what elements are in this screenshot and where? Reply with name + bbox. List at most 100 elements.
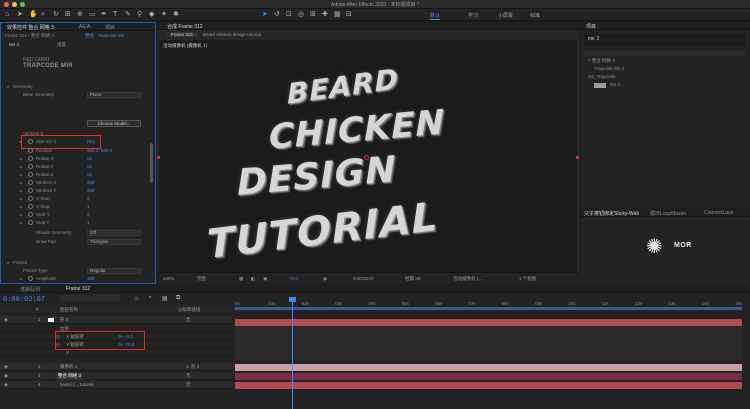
playhead[interactable]	[292, 299, 293, 409]
composition-viewer[interactable]: 活动摄像机 (摄像机 1) BEARD CHICKEN DESIGN TUTOR…	[159, 40, 577, 272]
rotate-tool-icon[interactable]: ↻	[53, 11, 59, 19]
expand-triangle-icon[interactable]: ▸	[20, 275, 22, 283]
vertices-x-value[interactable]: 250	[87, 179, 95, 187]
layer-track-bar[interactable]	[235, 373, 742, 380]
camera-tool-icon[interactable]: ⊞	[65, 11, 71, 19]
layer-row[interactable]: ◉ 4 beard c... tutorial 无	[0, 381, 232, 389]
choose-model-button[interactable]: Choose Model...	[87, 120, 141, 127]
timeline-search-input[interactable]	[60, 295, 120, 301]
pan-behind-tool-icon[interactable]: ⊕	[77, 11, 83, 19]
brush-tool-icon[interactable]: ✎	[125, 11, 131, 19]
effect-row-base-geometry[interactable]: Base Geometry Plane	[1, 91, 151, 99]
parent-dropdown[interactable]: 1. 形 3	[186, 363, 199, 371]
stopwatch-icon[interactable]	[28, 220, 33, 225]
visibility-eye-icon[interactable]: ◉	[4, 372, 8, 380]
effect-breadcrumb-right[interactable]: 整合 · Trapcode Mir	[85, 33, 124, 39]
layer-name[interactable]: 摄像机 1	[60, 363, 77, 371]
workspace-standard[interactable]: 标准	[530, 12, 540, 19]
effect-row-draw-part[interactable]: Draw Part Triangles	[1, 238, 151, 246]
work-area-bar[interactable]	[235, 307, 742, 310]
grid-icon[interactable]: ▦	[239, 276, 243, 282]
effect-name[interactable]: Mir 3	[9, 42, 19, 47]
effect-row-rotate-x[interactable]: ▸ Rotate X 0x	[1, 155, 151, 163]
tab-project[interactable]: 项目	[586, 23, 596, 30]
base-geometry-dropdown[interactable]: Plane	[87, 92, 141, 98]
expand-triangle-icon[interactable]: ▸	[20, 179, 22, 187]
x-stop-value[interactable]: 1	[87, 203, 90, 211]
workspace-learn[interactable]: 学习	[468, 12, 478, 19]
anchor-point-icon[interactable]	[364, 155, 369, 160]
property-track-area[interactable]	[235, 326, 742, 360]
project-row[interactable]: + 整合 网格 3	[588, 58, 615, 64]
rotate-z-value[interactable]: 0x	[87, 171, 92, 179]
project-row[interactable]: Mir 3	[610, 82, 620, 87]
project-search[interactable]	[584, 50, 746, 56]
timeline-timecode[interactable]: 0:00:02:07	[3, 296, 45, 304]
visibility-eye-icon[interactable]: ◉	[4, 363, 8, 371]
frame-blend-icon[interactable]: ⧉	[176, 295, 180, 302]
layer-row[interactable]: ◉ 2 摄像机 1 1. 形 3	[0, 363, 232, 371]
tab-effect-controls[interactable]: 效果控件 整合 网格 3	[7, 24, 54, 31]
tab-timeline-frame312[interactable]: Frame 312	[66, 286, 90, 292]
stopwatch-icon[interactable]	[28, 148, 33, 153]
effect-row-fractal-section[interactable]: ▾ Fractal	[1, 259, 151, 267]
start-y-value[interactable]: 0	[87, 211, 90, 219]
stopwatch-icon[interactable]	[28, 196, 33, 201]
effect-row-start-y[interactable]: ▸ Start Y 0	[1, 211, 151, 219]
view-layout-dropdown[interactable]: 1 个视图	[519, 276, 536, 282]
draw-part-dropdown[interactable]: Triangles	[87, 239, 141, 245]
quality-dropdown[interactable]: 完整	[197, 276, 206, 282]
amplitude-value[interactable]: 100	[87, 275, 95, 283]
effect-row-x-stop[interactable]: ▸ X Stop 1	[1, 203, 151, 211]
project-row[interactable]: Mir_Trapcode	[588, 74, 616, 79]
vertices-y-value[interactable]: 250	[87, 187, 95, 195]
motion-blur-icon[interactable]: ◔	[148, 295, 152, 301]
expand-triangle-icon[interactable]: ▾	[7, 83, 9, 91]
effect-row-position[interactable]: Position 960.0, 540.0	[1, 147, 151, 155]
mask-icon[interactable]: ◧	[251, 276, 255, 282]
effect-row-shader-geometry[interactable]: Shader Geometry Off	[1, 229, 151, 237]
spider-web-icon[interactable]: ✺	[646, 237, 663, 257]
axis-mode-icon[interactable]: ⊡	[286, 11, 292, 19]
layer-name[interactable]: 整合 网格 3	[56, 372, 84, 380]
layer-track-bar[interactable]	[235, 319, 742, 326]
effect-row-amplitude[interactable]: ▸ Amplitude 100	[1, 275, 151, 283]
tab-sticky-web[interactable]: 父子按钮绑定Sticky-Web	[584, 210, 639, 217]
effect-row-stop-y[interactable]: ▸ Stop Y 1	[1, 219, 151, 227]
layer-property-row[interactable]: X	[0, 349, 232, 357]
tab-render-queue[interactable]: 渲染队列	[20, 286, 40, 293]
effect-row-rotate-y[interactable]: ▸ Rotate Y 0x	[1, 163, 151, 171]
effect-row-vertices-y[interactable]: ▸ Vertices Y 250	[1, 187, 151, 195]
zoom-tool-icon[interactable]: ⌕	[41, 11, 45, 19]
stopwatch-icon[interactable]	[28, 188, 33, 193]
visibility-eye-icon[interactable]: ◉	[4, 381, 8, 389]
expand-triangle-icon[interactable]: ▸	[20, 171, 22, 179]
subtab-frame312[interactable]: Frame 312	[167, 32, 197, 37]
expand-triangle-icon[interactable]: ▸	[20, 211, 22, 219]
tab-composition[interactable]: 合成 Frame 312	[167, 23, 203, 30]
expand-triangle-icon[interactable]: ▸	[20, 203, 22, 211]
playhead-handle[interactable]	[289, 297, 296, 302]
x-start-value[interactable]: 0	[87, 195, 90, 203]
effect-row-vertices-x[interactable]: ▸ Vertices X 250	[1, 179, 151, 187]
pen-tool-icon[interactable]: ✒	[101, 11, 107, 19]
shy-icon[interactable]: ♨	[134, 295, 139, 302]
stamp-tool-icon[interactable]: ⚲	[137, 11, 142, 19]
eraser-tool-icon[interactable]: ◆	[149, 11, 154, 19]
tab-loopmaster[interactable]: 循环LoopMaster	[650, 210, 686, 217]
roto-brush-icon[interactable]: ✦	[161, 11, 167, 19]
effect-row-fractal-type[interactable]: Fractal Type Regular	[1, 267, 151, 275]
reset-button[interactable]: 重置	[57, 42, 66, 48]
stopwatch-icon[interactable]	[28, 180, 33, 185]
project-row[interactable]: Trapcode Mir 3	[594, 66, 624, 71]
world-axis-icon[interactable]: ✚	[322, 11, 328, 19]
footer-timecode[interactable]: 0:00:02:07	[353, 276, 374, 281]
zoom-dropdown[interactable]: 100%	[163, 276, 175, 281]
orbit-icon[interactable]: ↺	[274, 11, 280, 19]
effect-row-x-start[interactable]: ▸ X Start 0	[1, 195, 151, 203]
snap-icon[interactable]: ◎	[298, 11, 304, 19]
unified-camera-icon[interactable]: ➤	[262, 11, 268, 19]
stopwatch-icon[interactable]	[28, 172, 33, 177]
tab-project-small[interactable]: 项目	[105, 24, 115, 31]
workspace-default[interactable]: 默认	[430, 12, 440, 19]
